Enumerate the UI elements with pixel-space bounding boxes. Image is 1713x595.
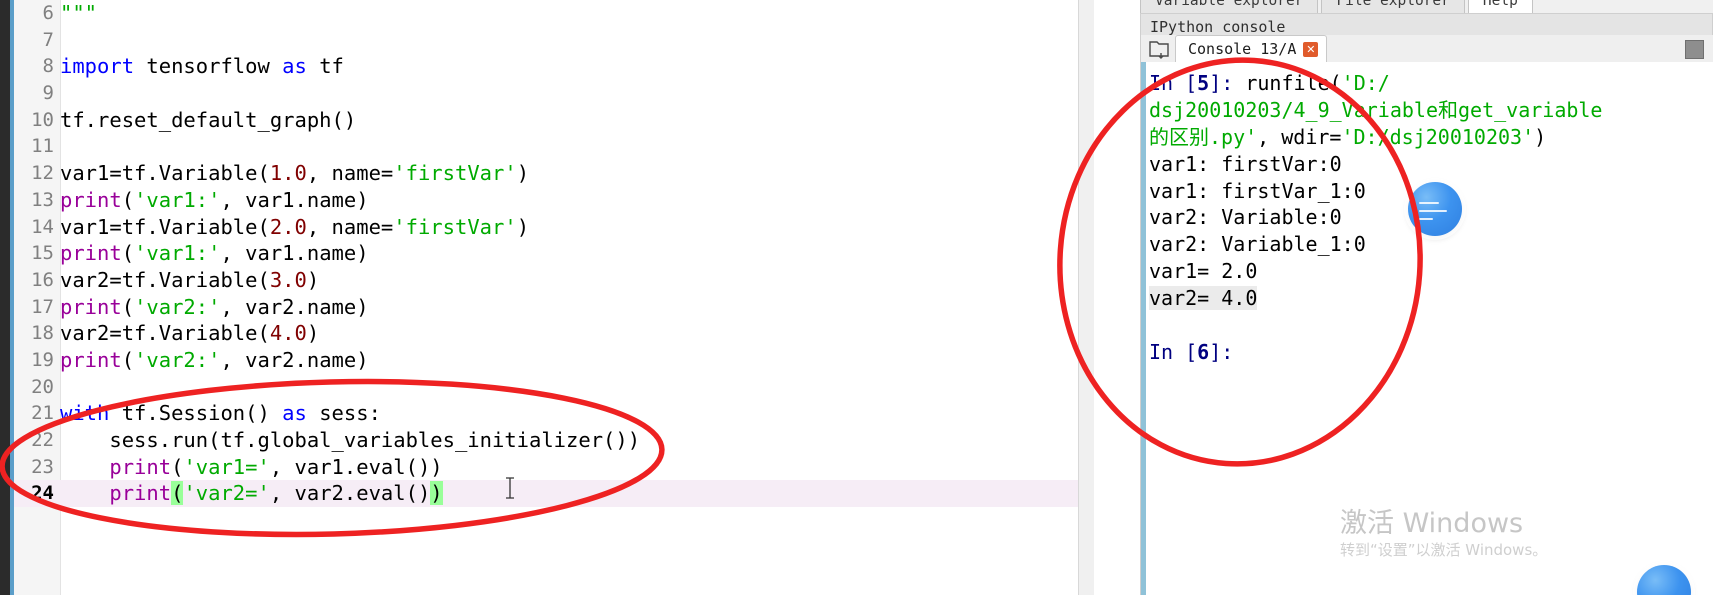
code-line[interactable]: 21 with tf.Session() as sess: [14,400,1078,427]
line-number: 15 [31,242,54,265]
maximize-icon[interactable] [1685,40,1704,59]
folder-icon[interactable] [1148,39,1170,59]
line-number: 10 [31,108,54,131]
console-line: var1: firstVar:0 [1149,151,1342,176]
code-line-text: var1=tf.Variable(2.0, name='firstVar') [60,214,530,239]
line-number: 11 [31,135,54,158]
code-line[interactable]: 15 print('var1:', var1.name) [14,240,1078,267]
line-number: 13 [31,188,54,211]
console-left-strip [1094,0,1141,595]
spyder-ide-screenshot: 6 """ 7 8 import tensorflow as tf 9 10 tf.reset… [0,0,1713,595]
code-line[interactable]: 18 var2=tf.Variable(4.0) [14,320,1078,347]
line-number: 23 [31,455,54,478]
code-line[interactable]: 20 [14,374,1078,401]
line-number: 19 [31,348,54,371]
code-text-area[interactable]: 6 """ 7 8 import tensorflow as tf 9 10 tf.reset… [14,0,1078,595]
console-line: dsj20010203/4_9_Variable和get_variable [1149,97,1603,122]
editor-dark-edge [0,0,10,595]
line-number: 20 [31,375,54,398]
code-line[interactable]: 19 print('var2:', var2.name) [14,347,1078,374]
code-line[interactable]: 6 """ [14,0,1078,27]
upper-tab-0[interactable]: Variable explorer [1140,0,1319,13]
line-number: 12 [31,162,54,185]
code-line-text: print('var1=', var1.eval()) [109,454,443,479]
console-tab-label: Console 13/A [1188,40,1297,58]
line-number: 16 [31,268,54,291]
code-line[interactable]: 23 print('var1=', var1.eval()) [14,454,1078,481]
line-number: 21 [31,402,54,425]
console-line: var1= 2.0 [1149,259,1258,284]
code-line-text: print('var2:', var2.name) [60,294,369,319]
code-editor-panel[interactable]: 6 """ 7 8 import tensorflow as tf 9 10 tf.reset… [0,0,1078,595]
windows-activation-watermark: 激活 Windows 转到“设置”以激活 Windows。 [1340,508,1700,560]
code-line-text: var2=tf.Variable(4.0) [60,321,320,346]
line-number: 9 [42,82,54,105]
console-accent-bar [1141,62,1146,595]
code-line[interactable]: 10 tf.reset_default_graph() [14,107,1078,134]
code-line[interactable]: 17 print('var2:', var2.name) [14,294,1078,321]
watermark-line-1: 激活 Windows [1340,508,1524,539]
code-line[interactable]: 22 sess.run(tf.global_variables_initiali… [14,427,1078,454]
console-tab-strip[interactable]: Console 13/A ✕ [1140,35,1713,62]
line-number: 7 [42,28,54,51]
console-line: In [5]: runfile('D:/ [1149,71,1390,95]
line-number: 17 [31,295,54,318]
code-line[interactable]: 9 [14,80,1078,107]
code-line[interactable]: 14 var1=tf.Variable(2.0, name='firstVar') [14,214,1078,241]
code-line[interactable]: 7 [14,27,1078,54]
line-number: 24 [31,482,54,505]
upper-tab-2[interactable]: Help [1467,0,1533,13]
code-line[interactable]: 8 import tensorflow as tf [14,53,1078,80]
code-line-text: var1=tf.Variable(1.0, name='firstVar') [60,161,530,186]
line-number: 6 [42,2,54,24]
code-line-text: with tf.Session() as sess: [60,401,381,426]
console-line: var2= 4.0 [1149,286,1258,311]
code-line[interactable]: 12 var1=tf.Variable(1.0, name='firstVar') [14,160,1078,187]
code-line-text: print('var2=', var2.eval()) [109,481,443,506]
text-cursor-ibeam [506,477,514,499]
upper-tab-bar[interactable]: Variable explorer File explorer Help [1140,0,1713,13]
ipython-console-panel: Variable explorer File explorer Help IPyth… [1094,0,1713,595]
code-line[interactable]: 13 print('var1:', var1.name) [14,187,1078,214]
line-number: 22 [31,429,54,451]
code-line[interactable]: 11 [14,133,1078,160]
console-line: 的区别.py', wdir='D:/dsj20010203') [1149,124,1547,149]
code-line-text: import tensorflow as tf [60,54,344,79]
close-icon[interactable]: ✕ [1303,41,1319,57]
code-line[interactable]: 16 var2=tf.Variable(3.0) [14,267,1078,294]
code-line-text: print('var1:', var1.name) [60,187,369,212]
code-line-text: print('var1:', var1.name) [60,241,369,266]
code-line-text: """ [60,1,98,25]
code-line-text: sess.run(tf.global_variables_initializer… [60,428,641,452]
line-number: 8 [42,55,54,78]
line-number: 18 [31,322,54,345]
console-tab[interactable]: Console 13/A ✕ [1175,35,1328,62]
upper-tab-1[interactable]: File explorer [1321,0,1465,13]
code-line-text: var2=tf.Variable(3.0) [60,267,320,292]
code-line[interactable]: 24 print('var2=', var2.eval()) [14,480,1078,508]
console-line: In [6]: [1149,339,1234,364]
floating-assistant-orb-top[interactable] [1408,182,1462,236]
code-line-text: print('var2:', var2.name) [60,347,369,372]
line-number: 14 [31,215,54,238]
watermark-line-2: 转到“设置”以激活 Windows。 [1340,541,1548,559]
code-line-text: tf.reset_default_graph() [60,107,357,132]
